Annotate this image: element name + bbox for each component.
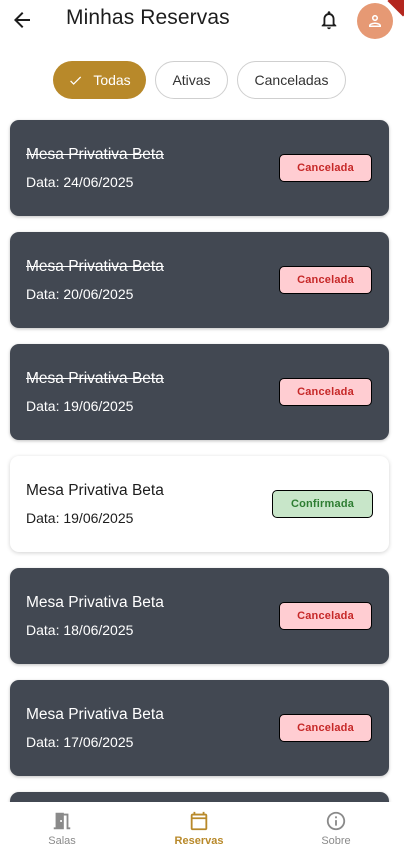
filter-chip-todas[interactable]: Todas [53,61,146,99]
back-button[interactable] [10,8,34,32]
reservation-title: Mesa Privativa Beta [26,706,164,723]
nav-label: Reservas [174,835,224,847]
status-badge: Cancelada [279,602,372,630]
reservation-title: Mesa Privativa Beta [26,594,164,611]
reservation-date: Data: 20/06/2025 [26,286,134,302]
filter-chip-ativas[interactable]: Ativas [155,61,228,99]
person-icon [369,15,381,27]
filter-chip-label: Ativas [172,72,211,88]
reservation-title: Mesa Privativa Beta [26,370,164,387]
check-icon [68,73,83,88]
reservation-date: Data: 24/06/2025 [26,174,134,190]
filter-chips: Todas Ativas Canceladas [0,61,404,101]
reservation-card-partial[interactable] [10,792,389,802]
reservations-list[interactable]: Mesa Privativa Beta Data: 24/06/2025 Can… [0,112,404,802]
status-badge: Cancelada [279,266,372,294]
reservation-date: Data: 18/06/2025 [26,622,134,638]
info-icon [326,811,346,831]
reservation-card[interactable]: Mesa Privativa Beta Data: 20/06/2025 Can… [10,232,389,328]
notifications-button[interactable] [318,8,340,32]
arrow-left-icon [14,12,30,28]
debug-banner [384,0,404,20]
door-icon [53,812,71,830]
calendar-icon [190,811,208,831]
reservation-date: Data: 17/06/2025 [26,734,134,750]
filter-chip-label: Canceladas [254,72,329,88]
status-badge: Cancelada [279,714,372,742]
nav-item-reservas[interactable]: Reservas [154,810,244,847]
status-badge: Cancelada [279,378,372,406]
reservation-card[interactable]: Mesa Privativa Beta Data: 19/06/2025 Con… [10,456,389,552]
nav-item-sobre[interactable]: Sobre [291,810,381,847]
reservation-card[interactable]: Mesa Privativa Beta Data: 17/06/2025 Can… [10,680,389,776]
nav-label: Salas [48,835,76,847]
bottom-navigation: Salas Reservas Sobre [0,802,404,860]
reservation-date: Data: 19/06/2025 [26,510,134,526]
reservation-date: Data: 19/06/2025 [26,398,134,414]
reservation-title: Mesa Privativa Beta [26,482,164,499]
reservation-card[interactable]: Mesa Privativa Beta Data: 24/06/2025 Can… [10,120,389,216]
nav-item-salas[interactable]: Salas [17,810,107,847]
reservation-title: Mesa Privativa Beta [26,146,164,163]
nav-label: Sobre [321,835,351,847]
filter-chip-label: Todas [93,72,131,88]
bell-icon [321,11,337,30]
reservation-title: Mesa Privativa Beta [26,258,164,275]
page-title: Minhas Reservas [66,6,230,29]
filter-chip-canceladas[interactable]: Canceladas [237,61,346,99]
reservation-card[interactable]: Mesa Privativa Beta Data: 19/06/2025 Can… [10,344,389,440]
status-badge: Confirmada [272,490,373,518]
reservation-card[interactable]: Mesa Privativa Beta Data: 18/06/2025 Can… [10,568,389,664]
app-bar: Minhas Reservas [0,0,404,42]
status-badge: Cancelada [279,154,372,182]
